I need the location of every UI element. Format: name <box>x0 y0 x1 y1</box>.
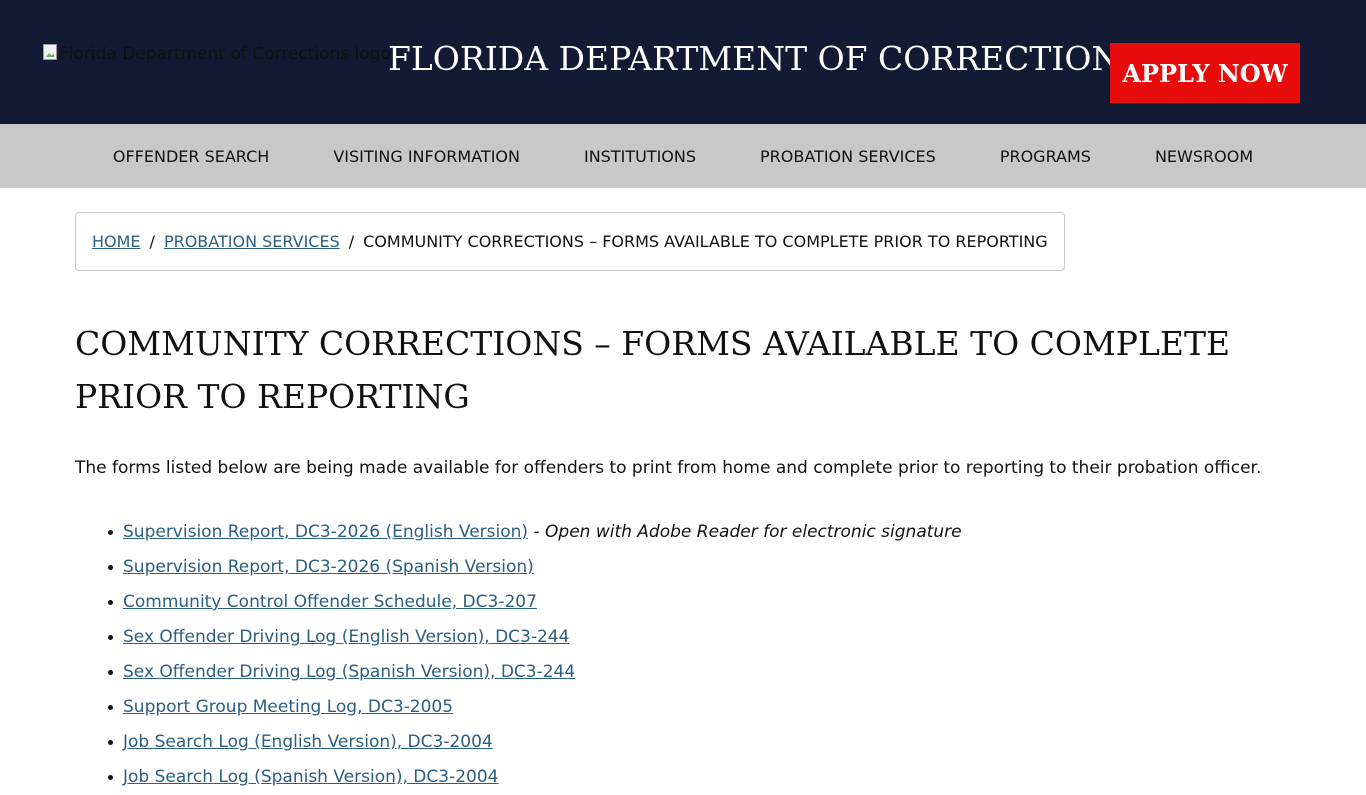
form-link-supervision-report-english[interactable]: Supervision Report, DC3-2026 (English Ve… <box>123 522 528 542</box>
breadcrumb-separator: / <box>149 232 155 251</box>
list-item: Supervision Report, DC3-2026 (English Ve… <box>108 515 1291 550</box>
site-logo[interactable]: Florida Department of Corrections logo <box>43 43 391 65</box>
nav-item-probation-services[interactable]: PROBATION SERVICES <box>760 147 936 166</box>
list-item: Sex Offender Driving Log (Spanish Versio… <box>108 655 1291 690</box>
form-link-community-control-schedule[interactable]: Community Control Offender Schedule, DC3… <box>123 592 537 612</box>
form-link-supervision-report-spanish[interactable]: Supervision Report, DC3-2026 (Spanish Ve… <box>123 557 534 577</box>
form-link-job-search-log-english[interactable]: Job Search Log (English Version), DC3-20… <box>123 732 493 752</box>
list-item: Job Search Log (Spanish Version), DC3-20… <box>108 760 1291 795</box>
form-note-separator: - <box>528 522 546 542</box>
list-item: Community Control Offender Schedule, DC3… <box>108 585 1291 620</box>
list-item: Job Search Log (English Version), DC3-20… <box>108 725 1291 760</box>
breadcrumb-separator: / <box>348 232 355 251</box>
form-link-job-search-log-spanish[interactable]: Job Search Log (Spanish Version), DC3-20… <box>123 767 498 787</box>
breadcrumb: HOME / PROBATION SERVICES / COMMUNITY CO… <box>75 212 1065 271</box>
form-link-driving-log-spanish[interactable]: Sex Offender Driving Log (Spanish Versio… <box>123 662 575 682</box>
nav-item-programs[interactable]: PROGRAMS <box>1000 147 1091 166</box>
main-content: HOME / PROBATION SERVICES / COMMUNITY CO… <box>0 188 1366 795</box>
breadcrumb-current: COMMUNITY CORRECTIONS – FORMS AVAILABLE … <box>363 232 1048 251</box>
form-link-driving-log-english[interactable]: Sex Offender Driving Log (English Versio… <box>123 627 569 647</box>
forms-list: Supervision Report, DC3-2026 (English Ve… <box>75 515 1291 795</box>
nav-item-newsroom[interactable]: NEWSROOM <box>1155 147 1253 166</box>
form-link-support-group-log[interactable]: Support Group Meeting Log, DC3-2005 <box>123 697 453 717</box>
list-item: Sex Offender Driving Log (English Versio… <box>108 620 1291 655</box>
nav-item-visiting-information[interactable]: VISITING INFORMATION <box>333 147 520 166</box>
main-nav: OFFENDER SEARCH VISITING INFORMATION INS… <box>0 124 1366 188</box>
nav-item-offender-search[interactable]: OFFENDER SEARCH <box>113 147 269 166</box>
broken-image-icon <box>43 44 57 60</box>
breadcrumb-home-link[interactable]: HOME <box>92 232 141 251</box>
breadcrumb-probation-services-link[interactable]: PROBATION SERVICES <box>164 232 340 251</box>
apply-now-button[interactable]: APPLY NOW <box>1110 43 1300 103</box>
site-title: FLORIDA DEPARTMENT OF CORRECTIONS <box>388 39 1143 78</box>
list-item: Support Group Meeting Log, DC3-2005 <box>108 690 1291 725</box>
nav-item-institutions[interactable]: INSTITUTIONS <box>584 147 696 166</box>
page-title: COMMUNITY CORRECTIONS – FORMS AVAILABLE … <box>75 324 1231 416</box>
logo-alt-text: Florida Department of Corrections logo <box>59 44 391 64</box>
intro-paragraph: The forms listed below are being made av… <box>75 458 1262 478</box>
form-note: Open with Adobe Reader for electronic si… <box>545 522 962 542</box>
site-header: Florida Department of Corrections logo F… <box>0 0 1366 124</box>
list-item: Supervision Report, DC3-2026 (Spanish Ve… <box>108 550 1291 585</box>
